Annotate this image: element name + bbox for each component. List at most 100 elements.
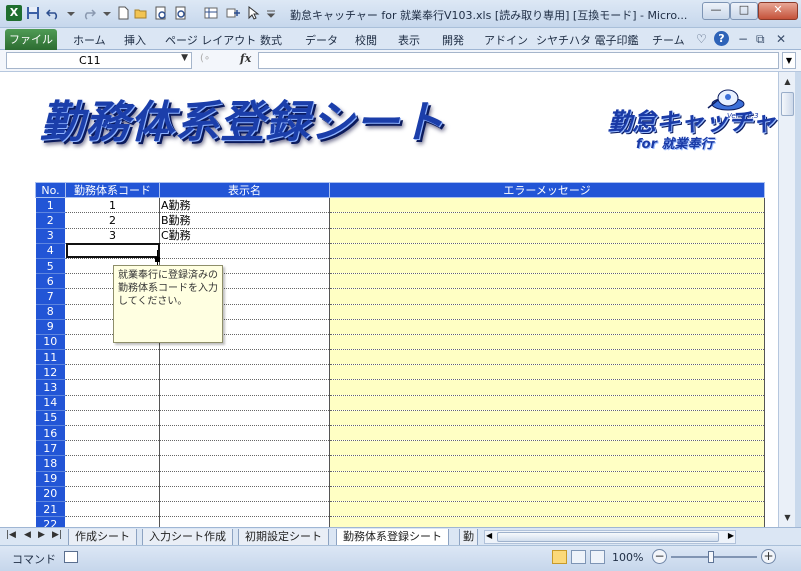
error-message-cell[interactable] [329, 197, 765, 214]
error-message-cell[interactable] [329, 425, 765, 442]
zoom-out-icon[interactable]: − [652, 549, 667, 564]
display-name-cell[interactable] [159, 395, 330, 411]
zoom-in-icon[interactable]: + [761, 549, 776, 564]
workbook-restore-icon[interactable]: ⧉ [756, 32, 765, 47]
error-message-cell[interactable] [329, 243, 765, 259]
code-cell[interactable] [65, 364, 160, 381]
code-cell[interactable]: 3 [65, 228, 160, 244]
record-macro-icon[interactable] [64, 551, 78, 563]
display-name-cell[interactable]: C勤務 [159, 228, 330, 244]
display-name-cell[interactable] [159, 425, 330, 442]
error-message-cell[interactable] [329, 395, 765, 411]
chevron-down-icon[interactable]: ▼ [181, 53, 188, 63]
next-sheet-icon[interactable]: ▶ [38, 530, 45, 540]
code-cell[interactable] [65, 425, 160, 442]
undo-icon[interactable] [46, 6, 60, 20]
error-message-cell[interactable] [329, 334, 765, 351]
insert-function-icon[interactable]: fx [240, 52, 251, 65]
error-message-cell[interactable] [329, 516, 765, 527]
last-sheet-icon[interactable]: ▶| [52, 530, 62, 540]
scroll-left-icon[interactable]: ◀ [486, 531, 492, 540]
print-preview-icon[interactable] [154, 6, 168, 20]
display-name-cell[interactable] [159, 349, 330, 366]
error-message-cell[interactable] [329, 228, 765, 244]
error-message-cell[interactable] [329, 410, 765, 427]
excel-icon[interactable]: X [6, 5, 22, 21]
close-button[interactable]: ✕ [758, 2, 798, 20]
vertical-scrollbar[interactable]: ▲ ▼ [778, 72, 795, 527]
code-cell[interactable] [65, 455, 160, 472]
formula-input[interactable] [258, 52, 779, 69]
display-name-cell[interactable]: A勤務 [159, 197, 330, 214]
customize-toolbar-icon[interactable] [264, 6, 278, 20]
tab-addins[interactable]: アドイン [484, 32, 528, 48]
error-message-cell[interactable] [329, 288, 765, 305]
help-icon[interactable]: ? [714, 31, 729, 46]
horizontal-scroll-thumb[interactable] [497, 532, 719, 542]
error-message-cell[interactable] [329, 486, 765, 502]
display-name-cell[interactable] [159, 243, 330, 259]
error-message-cell[interactable] [329, 212, 765, 229]
code-cell[interactable] [65, 243, 160, 259]
error-message-cell[interactable] [329, 379, 765, 396]
new-document-icon[interactable] [116, 6, 130, 20]
minimize-button[interactable]: — [702, 2, 730, 20]
display-name-cell[interactable] [159, 379, 330, 396]
zoom-level[interactable]: 100% [612, 551, 643, 564]
code-cell[interactable] [65, 410, 160, 427]
scroll-right-icon[interactable]: ▶ [728, 531, 734, 540]
error-message-cell[interactable] [329, 455, 765, 472]
display-name-cell[interactable]: B勤務 [159, 212, 330, 229]
error-message-cell[interactable] [329, 273, 765, 290]
code-cell[interactable] [65, 471, 160, 487]
error-message-cell[interactable] [329, 501, 765, 518]
tab-page-layout[interactable]: ページ レイアウト [165, 32, 256, 48]
insert-cells-icon[interactable] [226, 6, 240, 20]
sheet-tab-nyuryoku[interactable]: 入力シート作成 [142, 529, 233, 546]
scroll-down-icon[interactable]: ▼ [780, 510, 795, 525]
tab-formulas[interactable]: 数式 [260, 32, 282, 48]
minimize-ribbon-icon[interactable]: ♡ [696, 32, 707, 46]
display-name-cell[interactable] [159, 501, 330, 518]
horizontal-scrollbar[interactable]: ◀ ▶ [484, 530, 736, 544]
sheet-tab-shokisettei[interactable]: 初期設定シート [238, 529, 329, 546]
tab-shachihata[interactable]: シヤチハタ 電子印鑑 [536, 32, 639, 48]
dropdown-arrow-icon[interactable] [64, 6, 78, 20]
error-message-cell[interactable] [329, 258, 765, 275]
display-name-cell[interactable] [159, 410, 330, 427]
expand-formula-bar-icon[interactable]: ▼ [782, 52, 796, 69]
code-cell[interactable]: 2 [65, 212, 160, 229]
code-cell[interactable] [65, 395, 160, 411]
error-message-cell[interactable] [329, 471, 765, 487]
sheet-tab-sakusei[interactable]: 作成シート [68, 529, 137, 546]
worksheet[interactable]: 勤務体系登録シート 勤怠キャッチャー Ver 1.0.3 for 就業奉行 No… [0, 72, 778, 527]
redo-icon[interactable] [82, 6, 96, 20]
code-cell[interactable] [65, 501, 160, 518]
tab-home[interactable]: ホーム [73, 32, 106, 48]
save-icon[interactable] [26, 6, 40, 20]
code-cell[interactable] [65, 440, 160, 457]
pointer-icon[interactable] [246, 6, 260, 20]
maximize-button[interactable]: □ [730, 2, 758, 20]
page-break-view-icon[interactable] [590, 550, 605, 564]
display-name-cell[interactable] [159, 364, 330, 381]
tab-review[interactable]: 校閲 [355, 32, 377, 48]
tab-insert[interactable]: 挿入 [124, 32, 146, 48]
quick-print-icon[interactable] [174, 6, 188, 20]
error-message-cell[interactable] [329, 440, 765, 457]
page-layout-view-icon[interactable] [571, 550, 586, 564]
zoom-slider-thumb[interactable] [708, 551, 714, 563]
error-message-cell[interactable] [329, 349, 765, 366]
display-name-cell[interactable] [159, 471, 330, 487]
open-folder-icon[interactable] [134, 6, 148, 20]
code-cell[interactable]: 1 [65, 197, 160, 214]
error-message-cell[interactable] [329, 319, 765, 335]
display-name-cell[interactable] [159, 486, 330, 502]
scroll-up-icon[interactable]: ▲ [780, 74, 795, 89]
display-name-cell[interactable] [159, 455, 330, 472]
name-box[interactable]: C11 ▼ [6, 52, 192, 69]
code-cell[interactable] [65, 486, 160, 502]
prev-sheet-icon[interactable]: ◀ [24, 530, 31, 540]
tab-developer[interactable]: 開発 [442, 32, 464, 48]
zoom-slider-track[interactable] [671, 556, 757, 558]
